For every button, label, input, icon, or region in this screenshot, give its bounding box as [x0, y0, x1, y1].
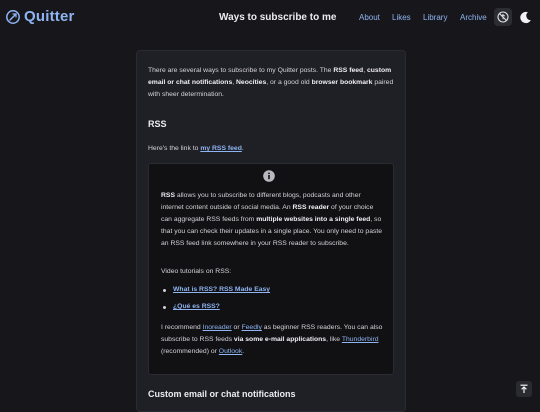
nav-link-likes[interactable]: Likes	[392, 13, 411, 22]
inoreader-link[interactable]: Inoreader	[203, 324, 232, 331]
info-icon	[263, 170, 275, 182]
nav-link-about[interactable]: About	[359, 13, 380, 22]
rss-link-paragraph: Here's the link to my RSS feed.	[148, 145, 244, 152]
nav-link-library[interactable]: Library	[423, 13, 447, 22]
video-link-what-is-rss[interactable]: What is RSS? RSS Made Easy	[173, 286, 270, 293]
feedly-link[interactable]: Feedly	[242, 324, 262, 331]
top-navigation-bar: Quitter Ways to subscribe to me About Li…	[0, 0, 540, 34]
list-item: What is RSS? RSS Made Easy	[161, 284, 383, 296]
intro-section: There are several ways to subscribe to m…	[148, 65, 394, 101]
dark-mode-toggle-button[interactable]	[516, 8, 534, 26]
rss-feed-link[interactable]: my RSS feed	[200, 145, 242, 152]
brand-name: Quitter	[24, 8, 75, 25]
scroll-to-top-button[interactable]	[516, 381, 532, 397]
video-tutorials-list: What is RSS? RSS Made Easy ¿Qué es RSS?	[161, 284, 383, 313]
rss-description: RSS allows you to subscribe to different…	[161, 192, 383, 247]
accessibility-icon	[497, 11, 509, 23]
rss-info-note: RSS allows you to subscribe to different…	[148, 163, 394, 375]
page-title: Ways to subscribe to me	[219, 12, 337, 23]
custom-notifications-heading: Custom email or chat notifications	[148, 389, 296, 399]
video-link-que-es-rss[interactable]: ¿Qué es RSS?	[173, 303, 220, 310]
content-card: There are several ways to subscribe to m…	[136, 50, 406, 412]
thunderbird-link[interactable]: Thunderbird	[342, 336, 379, 343]
rss-reader-recommendations: I recommend Inoreader or Feedly as begin…	[161, 324, 383, 355]
video-tutorials-label: Video tutorials on RSS:	[161, 268, 232, 275]
list-item: ¿Qué es RSS?	[161, 301, 383, 313]
dark-mode-moon-icon	[519, 11, 531, 23]
arrow-up-to-top-icon	[520, 384, 528, 393]
rss-heading: RSS	[148, 119, 167, 129]
intro-paragraph: There are several ways to subscribe to m…	[148, 67, 394, 98]
brand-link[interactable]: Quitter	[6, 8, 75, 25]
nav-link-archive[interactable]: Archive	[460, 13, 487, 22]
quitter-logo-icon	[6, 9, 20, 24]
outlook-link[interactable]: Outlook	[219, 348, 242, 355]
accessibility-toggle-button[interactable]	[494, 8, 512, 26]
